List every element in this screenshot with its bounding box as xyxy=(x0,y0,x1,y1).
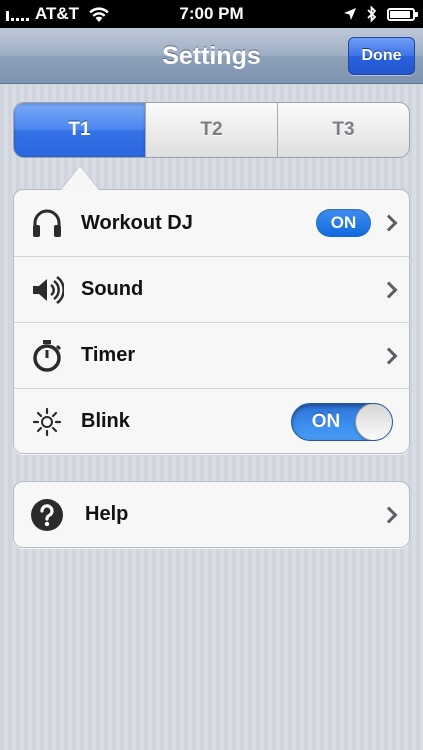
segmented-control: T1 T2 T3 xyxy=(13,102,410,158)
segment-t2[interactable]: T2 xyxy=(145,103,277,157)
sun-icon xyxy=(32,407,62,436)
status-badge: ON xyxy=(316,209,371,237)
speaker-icon xyxy=(33,275,64,304)
row-blink: Blink ON xyxy=(14,388,409,453)
row-sound[interactable]: Sound xyxy=(14,256,409,322)
row-label-workout-dj: Workout DJ xyxy=(81,211,193,234)
segment-t1[interactable]: T1 xyxy=(14,103,145,157)
chevron-right-icon xyxy=(380,214,398,232)
done-button[interactable]: Done xyxy=(348,37,415,75)
headphones-icon xyxy=(33,209,61,237)
popover-pointer xyxy=(61,166,99,190)
stopwatch-icon xyxy=(33,339,62,372)
blink-toggle[interactable]: ON xyxy=(291,402,393,441)
toggle-knob[interactable] xyxy=(355,403,392,440)
settings-group: Workout DJ ON Sound Timer Blink ON xyxy=(13,189,410,454)
navigation-bar: Settings Done xyxy=(0,28,423,84)
chevron-right-icon xyxy=(380,281,398,298)
help-group: Help xyxy=(13,481,410,548)
row-help[interactable]: Help xyxy=(14,482,409,547)
question-icon xyxy=(31,498,63,531)
row-label-timer: Timer xyxy=(81,344,136,366)
status-bar: AT&T 7:00 PM xyxy=(0,0,423,28)
chevron-right-icon xyxy=(380,506,398,523)
segment-t3[interactable]: T3 xyxy=(277,103,409,157)
row-workout-dj[interactable]: Workout DJ ON xyxy=(14,190,409,256)
row-label-sound: Sound xyxy=(81,278,144,300)
location-arrow-icon xyxy=(344,8,356,20)
toggle-label: ON xyxy=(311,410,341,432)
bluetooth-icon xyxy=(367,5,377,23)
row-label-blink: Blink xyxy=(81,410,130,432)
row-timer[interactable]: Timer xyxy=(14,322,409,388)
battery-icon xyxy=(387,7,418,21)
status-right xyxy=(343,0,418,28)
row-label-help: Help xyxy=(85,503,129,525)
chevron-right-icon xyxy=(380,347,398,364)
